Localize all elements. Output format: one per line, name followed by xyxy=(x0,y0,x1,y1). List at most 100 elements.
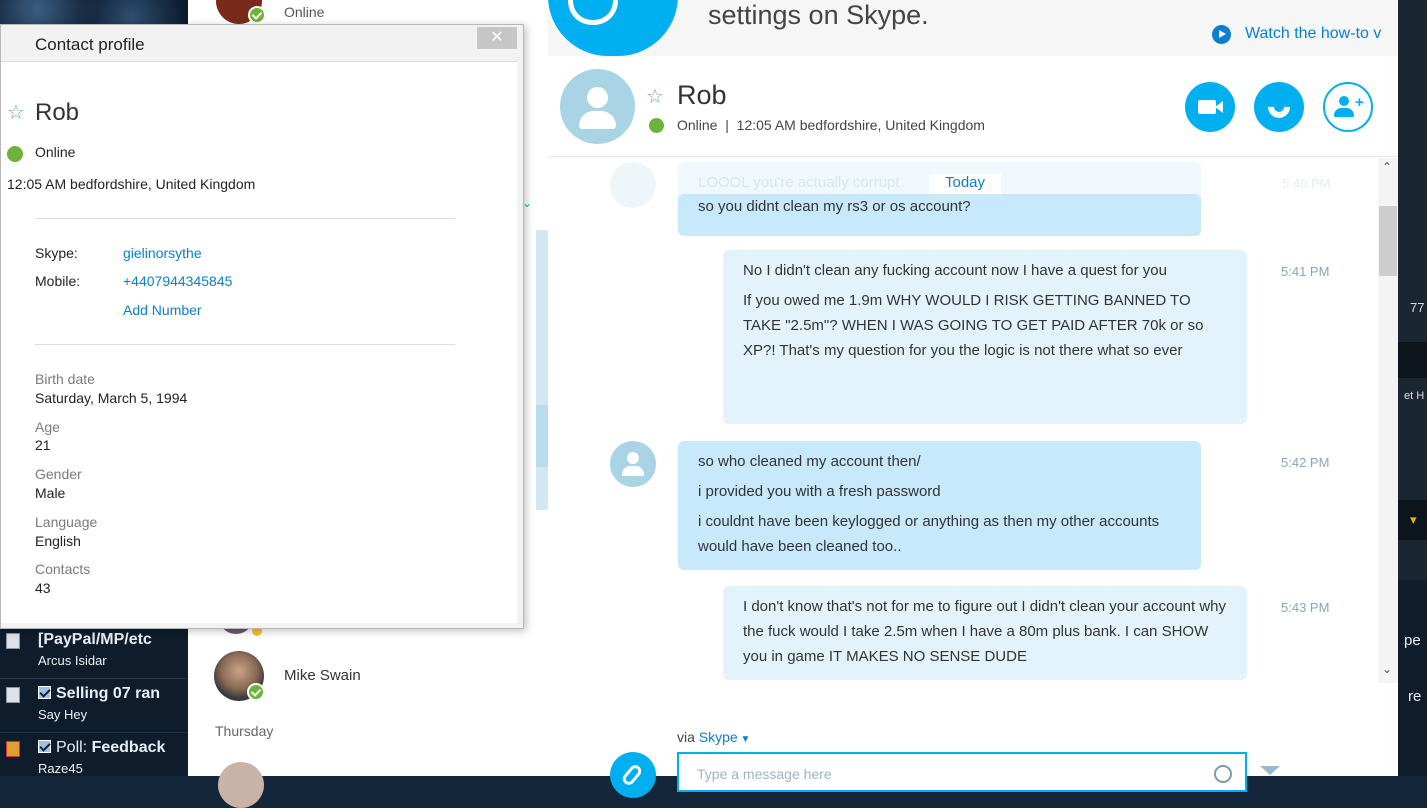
thread-document-icon xyxy=(6,633,20,649)
contact-status-text: Online xyxy=(284,4,325,20)
video-call-button[interactable] xyxy=(1185,82,1235,132)
mobile-number-link[interactable]: +4407944345845 xyxy=(123,273,232,289)
contact-avatar[interactable] xyxy=(218,762,264,808)
online-status-icon xyxy=(7,146,23,162)
message-line: i provided you with a fresh password xyxy=(698,483,941,500)
message-input[interactable]: Type a message here xyxy=(677,752,1247,792)
divider xyxy=(35,218,455,219)
chat-status-line: Online | 12:05 AM bedfordshire, United K… xyxy=(677,117,985,133)
field-label: Age xyxy=(35,419,60,435)
scroll-down-icon[interactable]: ⌄ xyxy=(1382,662,1392,676)
add-number-link[interactable]: Add Number xyxy=(123,302,202,318)
skype-id-link[interactable]: gielinorsythe xyxy=(123,245,202,261)
divider xyxy=(35,344,455,345)
via-text: via xyxy=(677,729,695,745)
field-value: 43 xyxy=(35,580,51,596)
profile-status: Online xyxy=(35,144,76,160)
faded-message-time: 5:40 PM xyxy=(1282,176,1331,191)
add-people-button[interactable]: + xyxy=(1323,82,1373,132)
via-skype-link[interactable]: Skype xyxy=(699,729,738,745)
forum-thread-row[interactable]: Poll: Feedback Raze45 xyxy=(0,732,188,776)
skype-label: Skype: xyxy=(35,245,78,261)
message-line: I don't know that's not for me to figure… xyxy=(743,598,1227,665)
faded-message-text: LOOOL you're actually corrupt xyxy=(698,174,900,191)
window-title: Contact profile xyxy=(35,35,145,54)
edge-text: re xyxy=(1408,688,1422,705)
send-options-icon[interactable] xyxy=(1260,766,1280,775)
background-window-edge: 77 et H ▾ pe re xyxy=(1398,0,1427,776)
message-bubble[interactable]: so who cleaned my account then/ i provid… xyxy=(678,441,1201,570)
profile-local-info: 12:05 AM bedfordshire, United Kingdom xyxy=(7,176,256,192)
field-value: Saturday, March 5, 1994 xyxy=(35,390,188,406)
thread-prefix: Poll: xyxy=(56,739,88,756)
message-time: 5:41 PM xyxy=(1281,264,1330,279)
message-bubble[interactable]: I don't know that's not for me to figure… xyxy=(723,586,1247,680)
chat-contact-name[interactable]: Rob xyxy=(677,80,727,111)
scroll-up-icon[interactable]: ⌃ xyxy=(1382,160,1392,174)
poll-icon xyxy=(6,741,20,757)
message-scrollbar[interactable]: ⌃ ⌄ xyxy=(1378,158,1398,683)
message-bubble[interactable]: No I didn't clean any fucking account no… xyxy=(723,250,1247,424)
thread-author[interactable]: Arcus Isidar xyxy=(38,653,107,668)
field-label: Birth date xyxy=(35,371,95,387)
thread-document-icon xyxy=(6,687,20,703)
sender-avatar[interactable] xyxy=(610,441,656,487)
checkbox-icon xyxy=(38,740,51,753)
thread-author[interactable]: Say Hey xyxy=(38,707,87,722)
thread-title-wrap[interactable]: Poll: Feedback xyxy=(38,739,165,757)
edge-block xyxy=(1398,342,1427,378)
paperclip-icon xyxy=(620,762,644,788)
field-value: 21 xyxy=(35,437,51,453)
edge-text: pe xyxy=(1404,632,1421,649)
forum-thread-row[interactable]: [PayPal/MP/etc Arcus Isidar xyxy=(0,624,188,678)
online-status-icon xyxy=(248,6,266,24)
favorite-star-icon[interactable]: ☆ xyxy=(7,100,25,125)
message-line: No I didn't clean any fucking account no… xyxy=(743,262,1167,279)
attach-file-button[interactable] xyxy=(610,752,656,798)
promo-banner: settings on Skype. Watch the how-to v xyxy=(548,0,1398,56)
voice-call-button[interactable] xyxy=(1254,82,1304,132)
message-line: so who cleaned my account then/ xyxy=(698,453,921,470)
selection-stripe xyxy=(536,230,548,510)
via-label: via Skype ▼ xyxy=(677,729,750,745)
forum-thread-row[interactable]: Selling 07 ran Say Hey xyxy=(0,678,188,732)
thread-title: Feedback xyxy=(91,739,166,756)
profile-name: Rob xyxy=(35,99,80,126)
message-line: i couldnt have been keylogged or anythin… xyxy=(698,513,1160,555)
selection-stripe-active xyxy=(536,405,548,467)
field-value: Male xyxy=(35,485,66,501)
field-value: English xyxy=(35,533,81,549)
date-separator: Today xyxy=(929,174,1001,194)
contact-avatar[interactable] xyxy=(560,69,635,144)
contact-name[interactable]: Mike Swain xyxy=(284,667,361,684)
online-status-icon xyxy=(247,683,265,701)
favorite-star-icon[interactable]: ☆ xyxy=(646,84,664,109)
field-label: Gender xyxy=(35,466,82,482)
sender-avatar[interactable] xyxy=(610,162,656,208)
trophy-icon: ▾ xyxy=(1410,512,1417,527)
headset-icon xyxy=(548,0,678,56)
message-time: 5:42 PM xyxy=(1281,455,1330,470)
message-time: 5:43 PM xyxy=(1281,600,1330,615)
window-titlebar[interactable]: Contact profile ✕ xyxy=(1,25,523,61)
thread-title: Selling 07 ran xyxy=(56,685,161,702)
emoticon-icon[interactable] xyxy=(1214,765,1232,783)
banner-text: settings on Skype. xyxy=(708,0,929,30)
mobile-label: Mobile: xyxy=(35,273,81,289)
chat-header: ☆ Rob Online | 12:05 AM bedfordshire, Un… xyxy=(548,56,1398,157)
thread-title[interactable]: [PayPal/MP/etc xyxy=(38,631,152,649)
message-bubble[interactable]: so you didnt clean my rs3 or os account? xyxy=(678,194,1201,236)
thread-title-wrap[interactable]: Selling 07 ran xyxy=(38,685,160,703)
edge-block xyxy=(1398,580,1427,776)
watch-how-to-link[interactable]: Watch the how-to v xyxy=(1245,25,1381,43)
field-label: Language xyxy=(35,514,98,530)
scroll-thumb[interactable] xyxy=(1379,206,1397,276)
message-list[interactable]: LOOOL you're actually corrupt 5:40 PM To… xyxy=(548,158,1378,688)
field-label: Contacts xyxy=(35,561,91,577)
edge-text: 77 xyxy=(1410,300,1425,315)
dropdown-caret-icon[interactable]: ▼ xyxy=(738,734,750,745)
thread-author[interactable]: Raze45 xyxy=(38,761,83,776)
play-icon[interactable] xyxy=(1212,25,1231,44)
edge-text: et H xyxy=(1404,390,1425,402)
close-button[interactable]: ✕ xyxy=(477,27,517,49)
